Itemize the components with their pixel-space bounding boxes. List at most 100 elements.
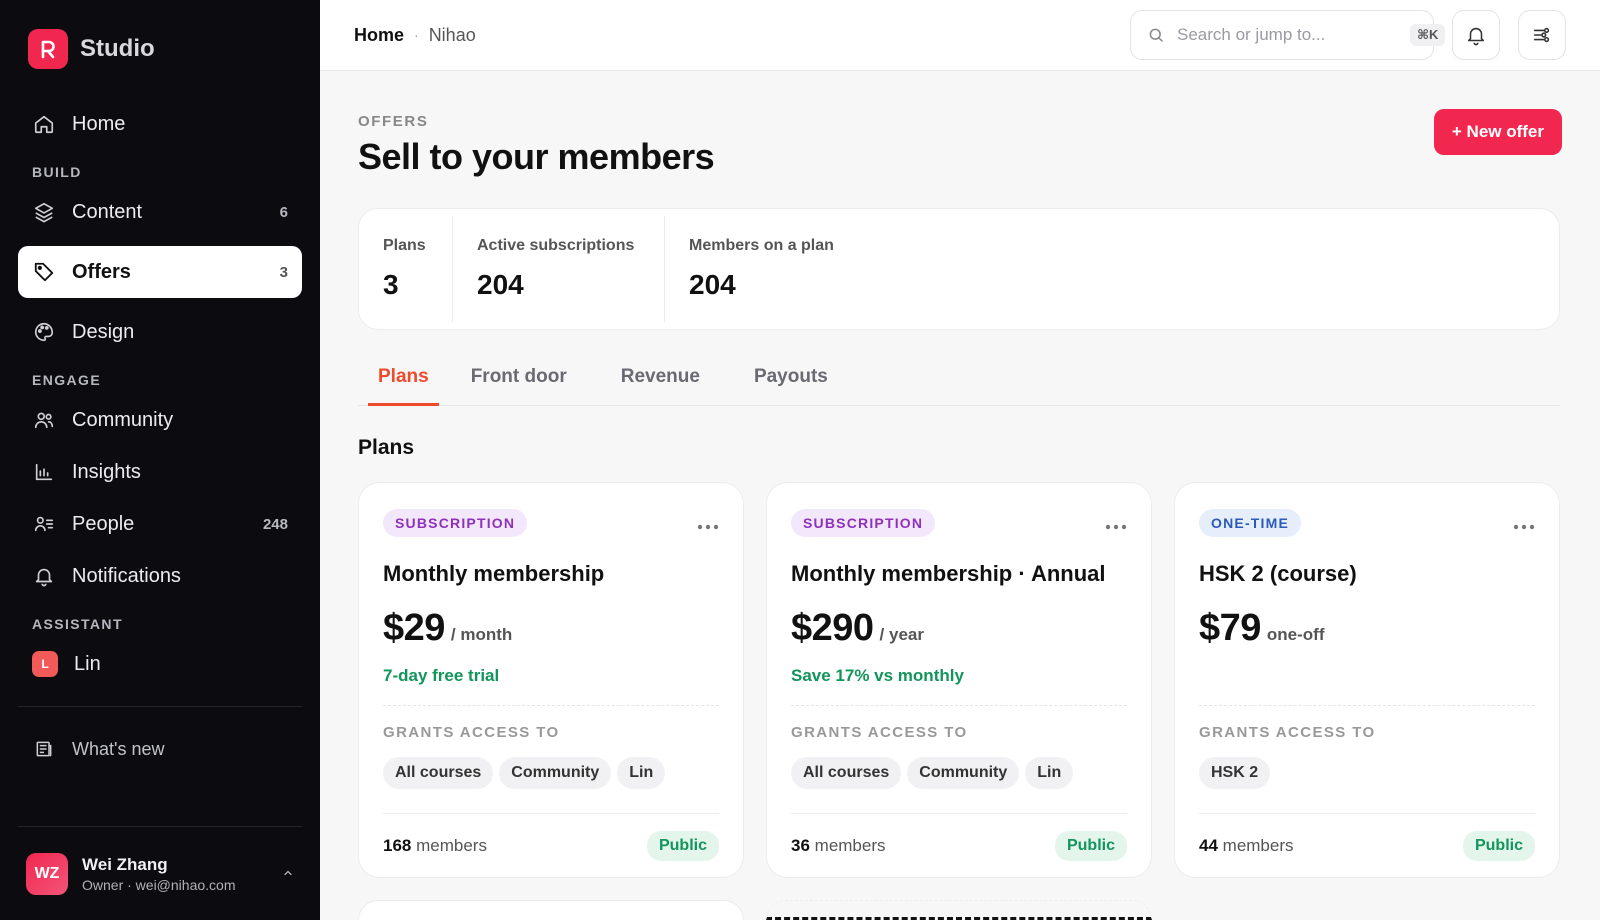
- status-badge: Public: [1462, 830, 1535, 861]
- card-footer: 44 members Public: [1199, 813, 1535, 877]
- plan-card[interactable]: SUBSCRIPTION Monthly membership $29 / mo…: [358, 482, 744, 878]
- card-divider: [1199, 705, 1535, 707]
- card-header: ONE-TIME: [1199, 509, 1535, 537]
- stat-label: Members on a plan: [689, 237, 834, 254]
- card-footer: 168 members Public: [383, 813, 719, 877]
- price-row: $79 one-off: [1199, 607, 1535, 650]
- newspaper-icon: [32, 737, 56, 761]
- members-number: 44: [1199, 835, 1218, 855]
- notifications-button[interactable]: [1452, 10, 1500, 60]
- users-icon: [32, 408, 56, 432]
- main: Home · Nihao ⌘K: [320, 0, 1600, 920]
- grant-chip: Lin: [1025, 757, 1074, 790]
- more-horizontal-icon[interactable]: [697, 512, 719, 534]
- plan-card[interactable]: ONE-TIME HSK 2 (course) $79 one-off GRAN…: [1174, 482, 1560, 878]
- sidebar-item-label: Lin: [74, 652, 101, 675]
- tab-plans[interactable]: Plans: [368, 352, 439, 406]
- sidebar-item-label: Home: [72, 112, 126, 135]
- sidebar-item-label: Offers: [72, 260, 131, 283]
- members-number: 168: [383, 835, 412, 855]
- search-input[interactable]: [1177, 25, 1398, 45]
- plan-note: Save 17% vs monthly: [791, 666, 964, 685]
- avatar: WZ: [26, 852, 68, 895]
- user-role-email: Owner · wei@nihao.com: [82, 876, 236, 893]
- page-eyebrow: OFFERS: [358, 113, 429, 130]
- sidebar-item-whats-new[interactable]: What's new: [18, 723, 302, 775]
- stats-panel: Plans 3 Active subscriptions 204 Members…: [358, 208, 1560, 330]
- card-header: SUBSCRIPTION: [791, 509, 1127, 537]
- sidebar-item-people[interactable]: People 248: [18, 498, 302, 550]
- plan-card[interactable]: SUBSCRIPTION Monthly membership · Annual…: [766, 482, 1152, 878]
- palette-icon: [32, 320, 56, 344]
- new-offer-button[interactable]: + New offer: [1433, 109, 1562, 155]
- offers-tabs: Plans Front door Revenue Payouts: [358, 352, 1560, 406]
- stat-plans: Plans 3: [359, 216, 453, 322]
- sidebar-item-community[interactable]: Community: [18, 394, 302, 446]
- plan-name: Monthly membership: [383, 561, 605, 586]
- grant-chip: Community: [907, 757, 1020, 790]
- plan-price: $290: [791, 607, 874, 649]
- bar-chart-icon: [32, 460, 56, 484]
- stat-value: 204: [689, 269, 736, 300]
- stat-members-on-plan: Members on a plan 204: [665, 216, 858, 322]
- bell-icon: [32, 564, 56, 588]
- status-badge: Public: [646, 830, 719, 861]
- plan-note: 7-day free trial: [383, 666, 500, 685]
- user-menu[interactable]: WZ Wei Zhang Owner · wei@nihao.com: [18, 826, 302, 920]
- plan-type-badge: ONE-TIME: [1199, 509, 1302, 537]
- plan-name: Monthly membership · Annual: [791, 561, 1106, 586]
- members-count: 44 members: [1199, 836, 1294, 856]
- plan-cards: SUBSCRIPTION Monthly membership $29 / mo…: [358, 482, 1562, 878]
- sidebar-divider: [18, 706, 302, 707]
- settings-button[interactable]: [1518, 10, 1566, 60]
- user-list-icon: [32, 512, 56, 536]
- more-horizontal-icon[interactable]: [1105, 512, 1127, 534]
- search-shortcut: ⌘K: [1410, 24, 1446, 46]
- plan-period: / year: [879, 625, 924, 644]
- section-label-assistant: ASSISTANT: [32, 616, 123, 632]
- more-cards-peek: [358, 900, 1562, 920]
- stat-label: Plans: [383, 237, 426, 254]
- sidebar-item-offers[interactable]: Offers 3: [18, 246, 302, 298]
- tab-revenue[interactable]: Revenue: [611, 352, 722, 406]
- chevron-up-icon[interactable]: [282, 866, 294, 882]
- breadcrumb-home[interactable]: Home: [354, 25, 404, 46]
- tab-front-door[interactable]: Front door: [461, 352, 589, 406]
- sidebar-item-lin[interactable]: L Lin: [18, 638, 302, 690]
- offers-page: OFFERS Sell to your members + New offer …: [320, 71, 1600, 920]
- add-plan-card-peek[interactable]: [766, 900, 1152, 920]
- search-icon: [1147, 26, 1165, 44]
- card-footer: 36 members Public: [791, 813, 1127, 877]
- breadcrumb: Home · Nihao: [354, 25, 476, 46]
- search-box[interactable]: ⌘K: [1130, 10, 1446, 60]
- sidebar-item-content[interactable]: Content 6: [18, 186, 302, 238]
- sidebar-item-count: 3: [279, 263, 288, 281]
- sliders-icon: [1531, 24, 1553, 46]
- home-icon: [32, 112, 56, 136]
- section-title: Plans: [358, 436, 415, 459]
- status-badge: Public: [1054, 830, 1127, 861]
- card-divider: [791, 705, 1127, 707]
- card-header: SUBSCRIPTION: [383, 509, 719, 537]
- sidebar-item-insights[interactable]: Insights: [18, 446, 302, 498]
- stat-label: Active subscriptions: [477, 237, 635, 254]
- more-horizontal-icon[interactable]: [1513, 512, 1535, 534]
- user-info: Wei Zhang Owner · wei@nihao.com: [82, 855, 268, 893]
- page-title: Sell to your members: [358, 136, 715, 177]
- sidebar-item-count: 6: [279, 203, 288, 221]
- sidebar-item-label: Notifications: [72, 564, 181, 587]
- grant-chip: Community: [499, 757, 612, 790]
- sidebar-item-notifications[interactable]: Notifications: [18, 550, 302, 602]
- plan-type-badge: SUBSCRIPTION: [791, 509, 936, 537]
- stat-active-subscriptions: Active subscriptions 204: [453, 216, 665, 322]
- layers-icon: [32, 200, 56, 224]
- brand[interactable]: Studio: [18, 0, 302, 98]
- members-count: 36 members: [791, 836, 886, 856]
- tab-payouts[interactable]: Payouts: [744, 352, 850, 406]
- sidebar-item-home[interactable]: Home: [18, 98, 302, 150]
- price-row: $29 / month: [383, 607, 719, 650]
- sidebar-item-design[interactable]: Design: [18, 306, 302, 358]
- sidebar-item-label: Community: [72, 408, 174, 431]
- sidebar: Studio Home BUILD Content 6 Offers 3 Des…: [0, 0, 320, 920]
- grants-label: GRANTS ACCESS TO: [1199, 724, 1376, 742]
